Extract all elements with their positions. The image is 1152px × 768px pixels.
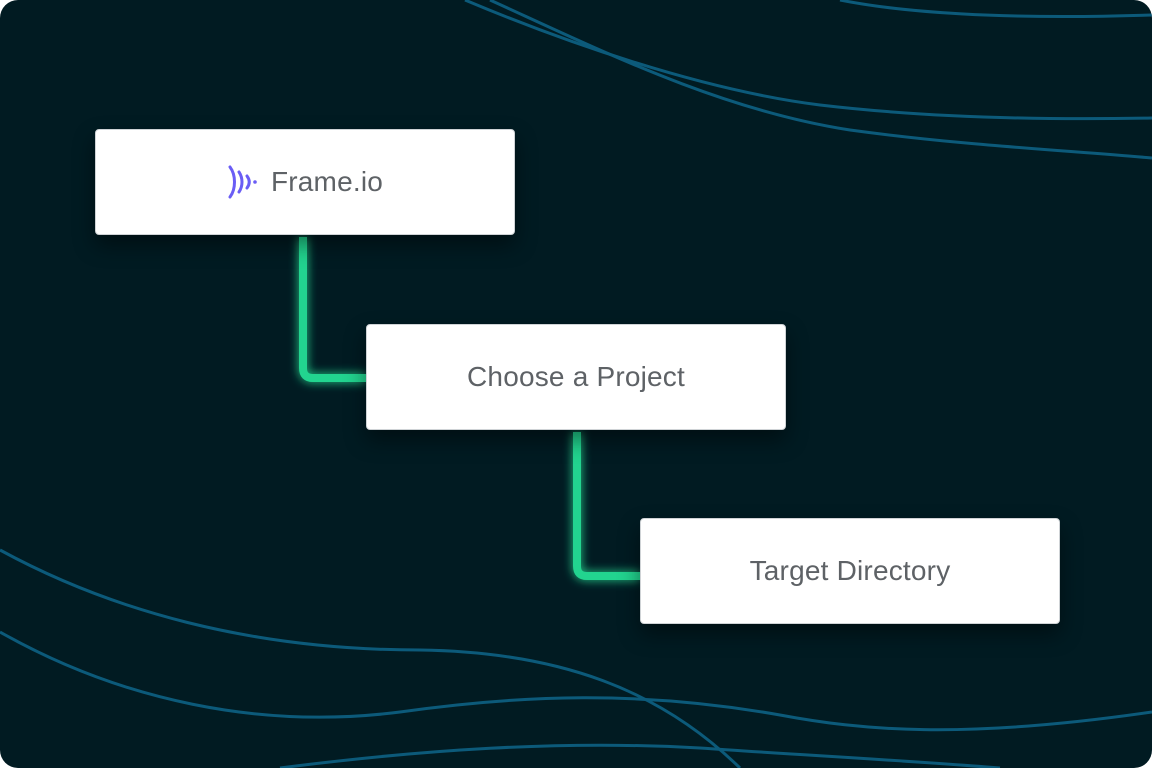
wave-line-top-2 <box>489 0 1152 160</box>
wave-line-bottom-1 <box>0 548 742 768</box>
frameio-logo-icon <box>228 165 257 199</box>
diagram-canvas: Frame.io Choose a Project Target Directo… <box>0 0 1152 768</box>
wave-line-bottom-3 <box>279 743 1001 768</box>
wave-line-top-3 <box>839 0 1152 19</box>
connector-step1-to-step2 <box>299 237 366 382</box>
step-label-target-directory: Target Directory <box>749 555 951 586</box>
step-card-choose-project[interactable]: Choose a Project <box>366 324 786 430</box>
connector-step2-to-step3 <box>573 432 640 580</box>
step-card-target-directory[interactable]: Target Directory <box>640 518 1060 624</box>
step-card-frameio[interactable]: Frame.io <box>95 129 515 235</box>
step-label-frameio: Frame.io <box>270 166 384 197</box>
frameio-brand: Frame.io <box>227 164 383 200</box>
step-label-choose-project: Choose a Project <box>467 361 685 392</box>
wave-line-bottom-2 <box>0 630 1152 732</box>
